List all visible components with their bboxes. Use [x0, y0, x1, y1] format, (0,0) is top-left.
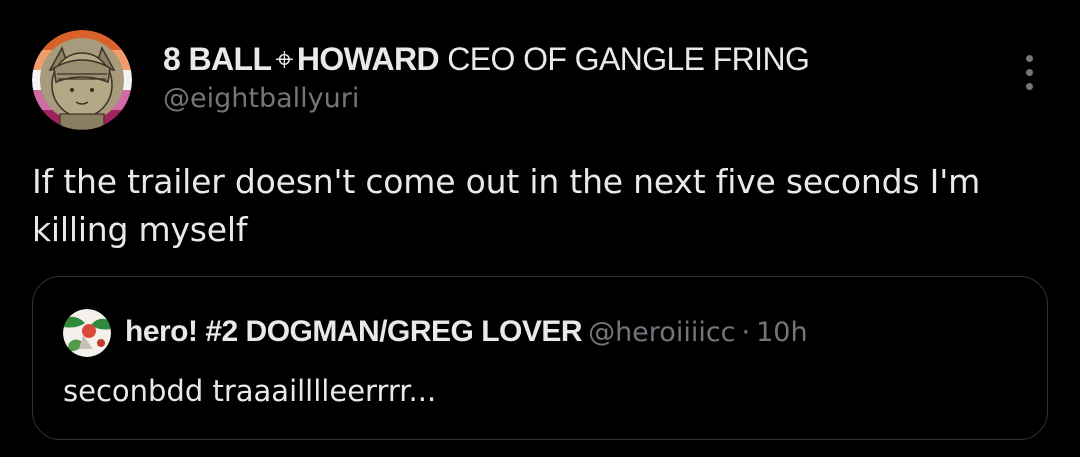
quoted-timestamp[interactable]: 10h: [756, 317, 807, 348]
quoted-author-handle[interactable]: @heroiiiicc: [588, 317, 735, 348]
crosshair-symbol: ⌖: [275, 41, 293, 77]
quoted-author-name[interactable]: hero! #2 DOGMAN/GREG LOVER: [125, 315, 583, 348]
quoted-tweet-card[interactable]: hero! #2 DOGMAN/GREG LOVER @heroiiiicc · 10…: [32, 276, 1048, 440]
author-display-name[interactable]: 8 BALL ⌖ HOWARD CEO OF GANGLE FRING: [163, 40, 810, 78]
quoted-separator: ·: [741, 317, 751, 348]
cartoon-character-avatar-icon: [32, 30, 132, 130]
quoted-user-avatar-icon: [63, 309, 111, 357]
author-avatar[interactable]: [32, 30, 132, 130]
more-options-icon[interactable]: [1012, 50, 1046, 94]
quoted-tweet-text: seconbdd traaailllleerrrr...: [63, 374, 437, 408]
quoted-author-avatar[interactable]: [63, 309, 111, 357]
tweet-header: 8 BALL ⌖ HOWARD CEO OF GANGLE FRING @eight…: [163, 40, 810, 119]
tweet-text: If the trailer doesn't come out in the n…: [32, 162, 981, 249]
quoted-tweet-header: hero! #2 DOGMAN/GREG LOVER @heroiiiicc · 10…: [125, 312, 808, 357]
author-handle[interactable]: @eightballyuri: [163, 79, 809, 119]
